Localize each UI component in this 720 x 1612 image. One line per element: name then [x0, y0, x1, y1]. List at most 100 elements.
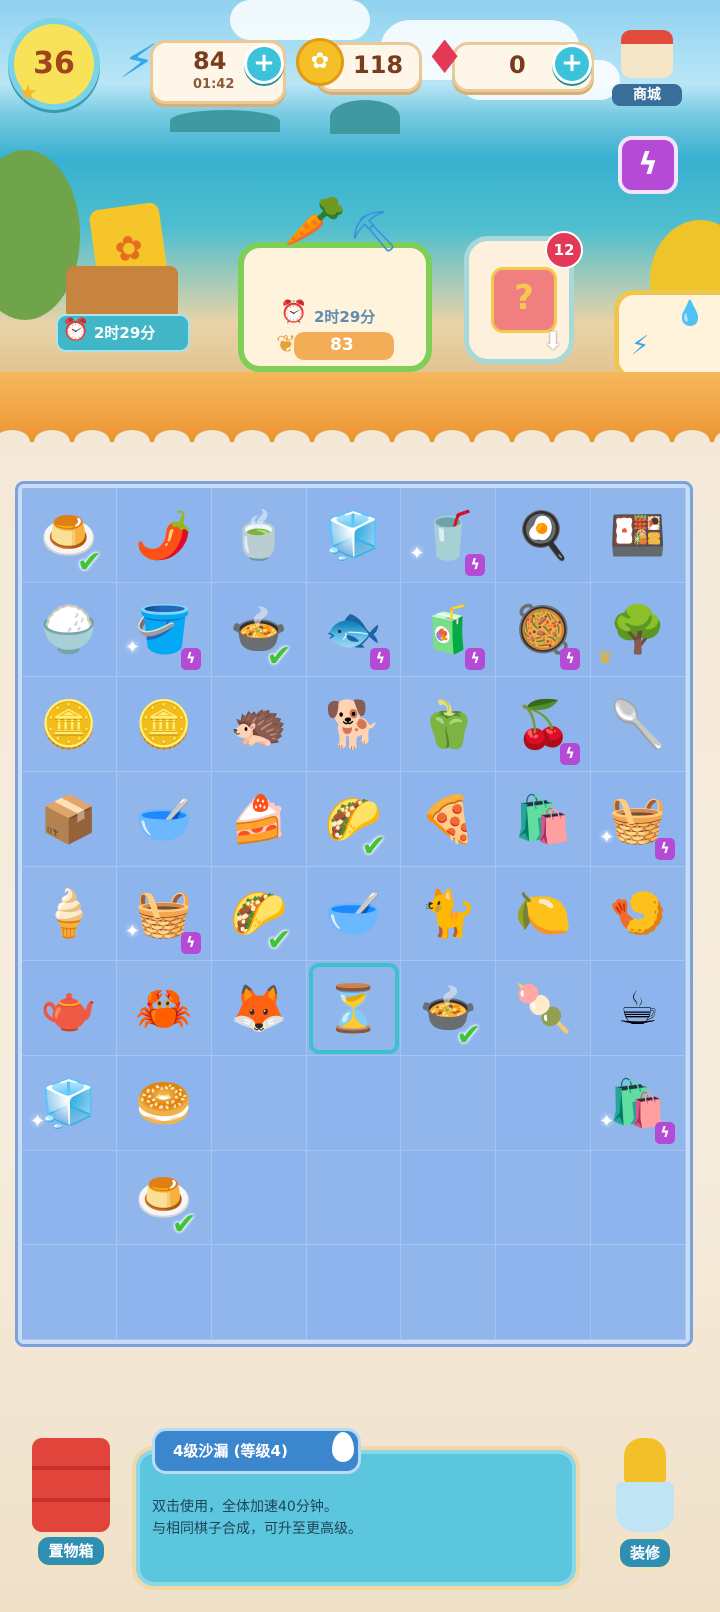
board-cell[interactable]	[401, 1245, 497, 1340]
ice-pop-icon[interactable]: 🍡	[511, 976, 575, 1040]
board-cell[interactable]: 🍕	[401, 771, 497, 867]
board-cell[interactable]: 🍲 ✔	[401, 961, 497, 1056]
board-cell[interactable]: ☕	[591, 961, 686, 1056]
crab-dish-icon[interactable]: 🦀	[132, 976, 196, 1040]
pizza-plate-icon[interactable]: 🍕	[416, 787, 480, 851]
board-cell[interactable]: 🍒 ϟ	[496, 677, 592, 772]
board-cell[interactable]: 🫖	[22, 961, 117, 1056]
board-cell[interactable]: 🍤	[591, 866, 686, 962]
board-cell[interactable]: 🧊	[306, 488, 402, 583]
board-cell[interactable]	[211, 1245, 307, 1340]
board-cell[interactable]: 🍚	[22, 582, 117, 678]
citrus-juicer-icon[interactable]: 🍋	[511, 881, 575, 945]
task-garden[interactable]: 🥕 ⛏ ⏰ 2时29分 83 ❦	[238, 192, 432, 372]
board-cell[interactable]: 🥤 ✦ ϟ	[401, 488, 497, 583]
coin-pile-small-icon[interactable]: 🪙	[132, 692, 196, 756]
task-chest[interactable]: ? 12 ⬇	[464, 231, 583, 364]
tree-icon[interactable]: 🌳	[606, 597, 670, 661]
board-cell[interactable]: 🌮 ✔	[306, 771, 402, 867]
board-cell[interactable]: 🪙	[116, 677, 212, 772]
board-cell[interactable]: 🫑	[401, 677, 497, 772]
coin-pile-large-icon[interactable]: 🪙	[37, 692, 101, 756]
fox-statue-icon[interactable]: 🦊	[227, 976, 291, 1040]
board-cell[interactable]: 🍰	[211, 771, 307, 867]
board-cell[interactable]	[496, 1150, 592, 1246]
board-cell[interactable]: 🍱	[591, 488, 686, 583]
board-cell[interactable]: 🌳 ♛	[591, 582, 686, 678]
board-cell[interactable]	[22, 1245, 117, 1340]
parcel-icon[interactable]: 📦	[37, 787, 101, 851]
board-cell[interactable]: 🪣 ✦ ϟ	[116, 582, 212, 678]
board-cell[interactable]	[211, 1150, 307, 1246]
spatula-icon[interactable]: 🥄	[606, 692, 670, 756]
board-cell[interactable]	[306, 1150, 402, 1246]
board-cell[interactable]: 🧺 ✦ ϟ	[116, 866, 212, 962]
paper-bag-icon[interactable]: 🛍️	[511, 787, 575, 851]
board-cell[interactable]	[22, 1150, 117, 1246]
fried-rice-icon[interactable]: 🍚	[37, 597, 101, 661]
board-cell[interactable]	[401, 1150, 497, 1246]
shop-button[interactable]: 商城	[612, 30, 682, 110]
task-partial-right[interactable]: 💧 ⚡	[614, 290, 720, 380]
board-cell[interactable]: 🐈	[401, 866, 497, 962]
frying-pan-icon[interactable]: 🍳	[511, 503, 575, 567]
board-cell[interactable]: 🥄	[591, 677, 686, 772]
board-cell[interactable]	[211, 1055, 307, 1151]
board-cell[interactable]: 🍮 ✔	[22, 488, 117, 583]
board-cell[interactable]: 🍋	[496, 866, 592, 962]
board-cell[interactable]	[306, 1245, 402, 1340]
board-cell[interactable]: 🥣	[306, 866, 402, 962]
board-cell[interactable]: 🧺 ✦ ϟ	[591, 771, 686, 867]
board-cell[interactable]	[591, 1245, 686, 1340]
board-cell[interactable]: 🌮 ✔	[211, 866, 307, 962]
boost-button[interactable]: ϟ	[618, 136, 678, 194]
flour-bowl-icon[interactable]: 🥣	[132, 787, 196, 851]
lemon-tea-icon[interactable]: 🍵	[227, 503, 291, 567]
gems-add-button[interactable]: +	[552, 44, 592, 84]
board-cell[interactable]	[496, 1245, 592, 1340]
bell-pepper-icon[interactable]: 🫑	[416, 692, 480, 756]
task-crate[interactable]: ✿ ⏰ 2时29分	[44, 201, 194, 356]
board-cell[interactable]: 🐕	[306, 677, 402, 772]
board-cell[interactable]: 🧃 ϟ	[401, 582, 497, 678]
cat-statue-icon[interactable]: 🐈	[416, 881, 480, 945]
board-cell[interactable]: 🍵	[211, 488, 307, 583]
board-cell[interactable]: 🥯	[116, 1055, 212, 1151]
board-cell[interactable]: 🪙	[22, 677, 117, 772]
board-cell[interactable]: 🛍️	[496, 771, 592, 867]
board-cell[interactable]	[116, 1245, 212, 1340]
board-cell[interactable]: 🛍️ ✦ ϟ	[591, 1055, 686, 1151]
board-cell[interactable]: 🐟 ϟ	[306, 582, 402, 678]
board-cell[interactable]: 🥣	[116, 771, 212, 867]
board-cell[interactable]	[401, 1055, 497, 1151]
board-cell[interactable]: 🍳	[496, 488, 592, 583]
board-cell[interactable]: 🍲 ✔	[211, 582, 307, 678]
board-cell[interactable]: 🦊	[211, 961, 307, 1056]
blue-fridge-icon[interactable]: 🧊	[37, 1071, 101, 1135]
pineapple-cake-icon[interactable]: 🍰	[227, 787, 291, 851]
bento-icon[interactable]: 🍱	[606, 503, 670, 567]
energy-add-button[interactable]: +	[244, 44, 284, 84]
board-cell[interactable]: 📦	[22, 771, 117, 867]
board-cell[interactable]: 🦀	[116, 961, 212, 1056]
board-cell[interactable]: 🍡	[496, 961, 592, 1056]
sesame-bun-icon[interactable]: 🥯	[132, 1071, 196, 1135]
board-cell[interactable]	[306, 1055, 402, 1151]
shrimp-dish-icon[interactable]: 🍤	[606, 881, 670, 945]
tea-cup-icon[interactable]: ☕	[606, 976, 670, 1040]
board-cell[interactable]: 🥘 ϟ	[496, 582, 592, 678]
ice-cream-icon[interactable]: 🍦	[37, 881, 101, 945]
board-cell[interactable]	[496, 1055, 592, 1151]
decorate-button[interactable]: 装修	[586, 1438, 704, 1570]
board-cell[interactable]: 🍦	[22, 866, 117, 962]
pangolin-statue-icon[interactable]: 🦔	[227, 692, 291, 756]
board-cell[interactable]: 🍮 ✔	[116, 1150, 212, 1246]
board-cell[interactable]	[591, 1150, 686, 1246]
level-badge[interactable]: 36 ★	[8, 18, 100, 110]
board-cell[interactable]: 🌶️	[116, 488, 212, 583]
green-chili-icon[interactable]: 🌶️	[132, 503, 196, 567]
board-cell[interactable]: 🧊 ✦	[22, 1055, 117, 1151]
green-kettle-icon[interactable]: 🫖	[37, 976, 101, 1040]
board-cell[interactable]: 🦔	[211, 677, 307, 772]
storage-box-button[interactable]: 置物箱	[16, 1438, 126, 1568]
